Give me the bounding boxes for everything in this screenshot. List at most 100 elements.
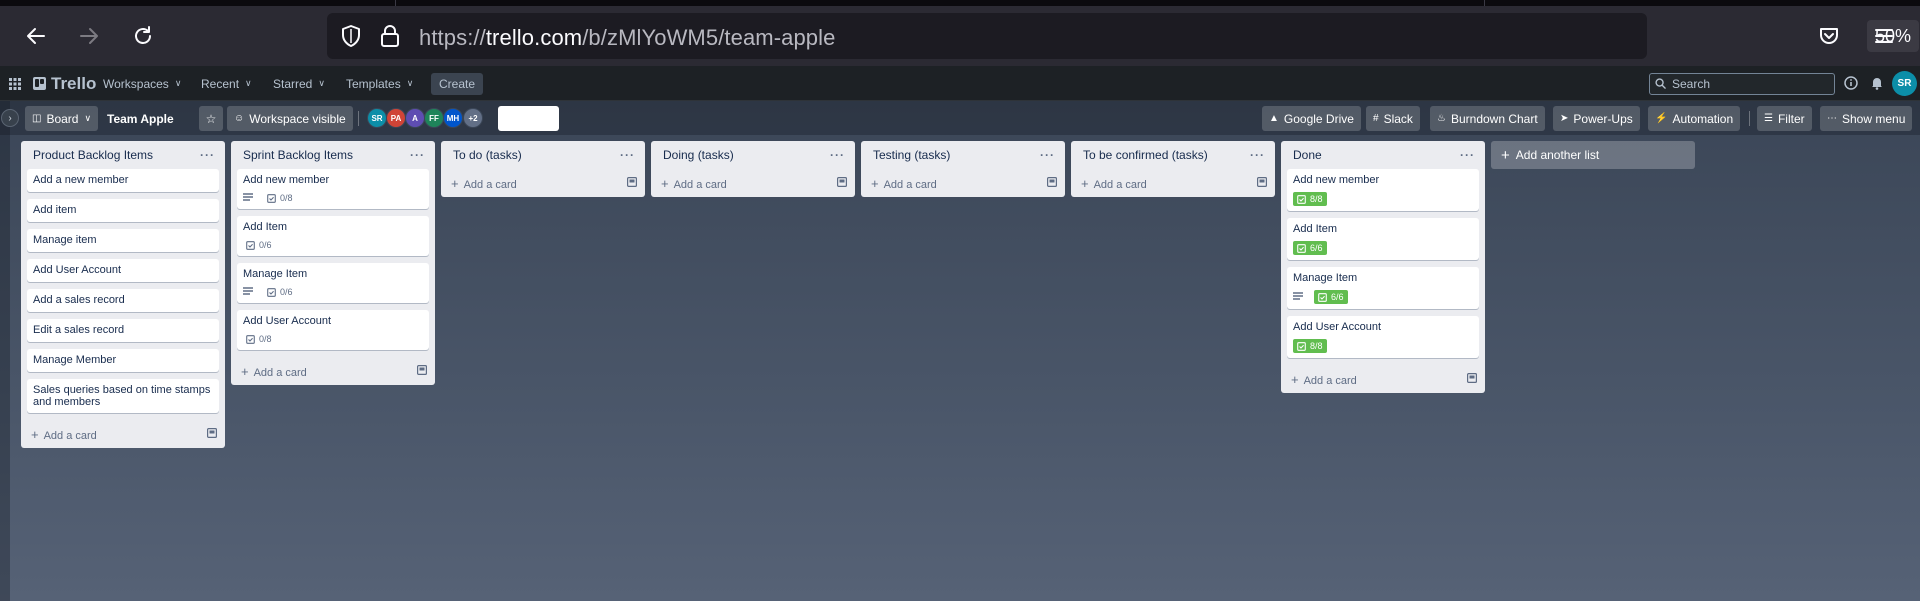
card[interactable]: Add User Account 8/8 (1287, 316, 1479, 358)
create-from-template-icon[interactable] (627, 176, 638, 190)
back-button[interactable] (20, 20, 52, 52)
reload-button[interactable] (127, 20, 159, 52)
notifications-bell-icon[interactable] (1869, 75, 1885, 91)
member-avatar[interactable]: PA (386, 108, 406, 128)
starred-menu[interactable]: Starred ∨ (273, 66, 325, 101)
slack-button[interactable]: # Slack (1366, 106, 1420, 131)
list-title[interactable]: Product Backlog Items (33, 148, 153, 162)
list-title[interactable]: Sprint Backlog Items (243, 148, 353, 162)
recent-menu[interactable]: Recent ∨ (201, 66, 252, 101)
arrow-left-icon (27, 28, 45, 44)
shield-icon[interactable] (339, 24, 363, 48)
card[interactable]: Manage Item 0/6 (237, 263, 429, 303)
app-menu-button[interactable] (1868, 20, 1900, 52)
list-header[interactable]: Testing (tasks) ··· (861, 141, 1065, 169)
url-bar[interactable]: https://trello.com/b/zMlYoWM5/team-apple… (327, 13, 1920, 59)
list-header[interactable]: Done ··· (1281, 141, 1485, 169)
trello-logo[interactable]: Trello (33, 66, 96, 101)
powerups-button[interactable]: ➤ Power-Ups (1553, 106, 1640, 131)
card[interactable]: Edit a sales record (27, 319, 219, 342)
card[interactable]: Add a new member (27, 169, 219, 192)
list-title[interactable]: To do (tasks) (453, 148, 522, 162)
add-card-button[interactable]: + Add a card (441, 169, 645, 197)
card[interactable]: Add new member 0/8 (237, 169, 429, 209)
checklist-icon (1318, 292, 1327, 302)
create-from-template-icon[interactable] (417, 364, 428, 378)
more-icon: ⋯ (1827, 113, 1837, 124)
create-from-template-icon[interactable] (1257, 176, 1268, 190)
expand-sidebar-button[interactable]: › (1, 109, 19, 127)
list-actions-icon[interactable]: ··· (620, 148, 635, 162)
member-avatar[interactable]: A (405, 108, 425, 128)
url-text[interactable]: https://trello.com/b/zMlYoWM5/team-apple (419, 25, 835, 51)
list-header[interactable]: To be confirmed (tasks) ··· (1071, 141, 1275, 169)
add-card-button[interactable]: + Add a card (21, 420, 225, 448)
card[interactable]: Manage item (27, 229, 219, 252)
add-another-list-button[interactable]: + Add another list (1491, 141, 1695, 169)
workspaces-menu[interactable]: Workspaces ∨ (103, 66, 181, 101)
board-title[interactable]: Team Apple (107, 106, 174, 131)
add-card-button[interactable]: + Add a card (861, 169, 1065, 197)
list-header[interactable]: To do (tasks) ··· (441, 141, 645, 169)
card-title: Manage Item (243, 268, 308, 280)
list-title[interactable]: Testing (tasks) (873, 148, 950, 162)
add-card-button[interactable]: + Add a card (1071, 169, 1275, 197)
member-avatar[interactable]: MH (443, 108, 463, 128)
apps-switcher-button[interactable] (9, 66, 21, 101)
member-avatar[interactable]: SR (367, 108, 387, 128)
member-avatar[interactable]: FF (424, 108, 444, 128)
create-from-template-icon[interactable] (207, 427, 218, 441)
card-badges: 0/8 (243, 192, 423, 204)
list-header[interactable]: Sprint Backlog Items ··· (231, 141, 435, 169)
card[interactable]: Add item (27, 199, 219, 222)
google-drive-button[interactable]: ▲ Google Drive (1262, 106, 1361, 131)
automation-button[interactable]: ⚡ Automation (1648, 106, 1741, 131)
card[interactable]: Add Item 6/6 (1287, 218, 1479, 260)
show-menu-button[interactable]: ⋯ Show menu (1820, 106, 1913, 131)
list-title[interactable]: Done (1293, 148, 1322, 162)
lock-icon[interactable] (379, 24, 401, 48)
search-input[interactable]: Search (1649, 73, 1835, 95)
star-board-button[interactable]: ☆ (199, 106, 223, 131)
create-from-template-icon[interactable] (1047, 176, 1058, 190)
filter-button[interactable]: ☰ Filter (1757, 106, 1812, 131)
share-button[interactable]: ♟ Share (498, 106, 559, 131)
info-icon[interactable] (1843, 75, 1859, 91)
card[interactable]: Add User Account 0/8 (237, 310, 429, 350)
add-card-button[interactable]: + Add a card (651, 169, 855, 197)
templates-menu[interactable]: Templates ∨ (346, 66, 413, 101)
forward-button[interactable] (73, 20, 105, 52)
list-actions-icon[interactable]: ··· (1460, 148, 1475, 162)
list-actions-icon[interactable]: ··· (1040, 148, 1055, 162)
list-header[interactable]: Product Backlog Items ··· (21, 141, 225, 169)
board-view-switcher[interactable]: ◫ Board ∨ (25, 106, 99, 131)
list-actions-icon[interactable]: ··· (1250, 148, 1265, 162)
card[interactable]: Add User Account (27, 259, 219, 282)
account-avatar[interactable]: SR (1892, 71, 1917, 96)
card[interactable]: Add a sales record (27, 289, 219, 312)
visibility-button[interactable]: ☺ Workspace visible (227, 106, 353, 131)
create-from-template-icon[interactable] (837, 176, 848, 190)
card[interactable]: Manage Item 6/6 (1287, 267, 1479, 309)
create-from-template-icon[interactable] (1467, 372, 1478, 386)
card-badges: 0/8 (243, 333, 423, 345)
card[interactable]: Add new member 8/8 (1287, 169, 1479, 211)
add-card-button[interactable]: + Add a card (231, 357, 435, 385)
list-actions-icon[interactable]: ··· (830, 148, 845, 162)
burndown-chart-button[interactable]: ♨ Burndown Chart (1430, 106, 1545, 131)
chevron-down-icon: ∨ (318, 78, 325, 88)
create-button[interactable]: Create (431, 66, 484, 101)
list-title[interactable]: To be confirmed (tasks) (1083, 148, 1208, 162)
description-icon (243, 193, 254, 203)
card-badges: 6/6 (1293, 241, 1473, 255)
pocket-button[interactable] (1813, 20, 1845, 52)
list-title[interactable]: Doing (tasks) (663, 148, 734, 162)
card[interactable]: Manage Member (27, 349, 219, 372)
card[interactable]: Add Item 0/6 (237, 216, 429, 256)
add-card-button[interactable]: + Add a card (1281, 365, 1485, 393)
card[interactable]: Sales queries based on time stamps and m… (27, 379, 219, 413)
list-actions-icon[interactable]: ··· (200, 148, 215, 162)
more-members-avatar[interactable]: +2 (463, 108, 483, 128)
list-header[interactable]: Doing (tasks) ··· (651, 141, 855, 169)
list-actions-icon[interactable]: ··· (410, 148, 425, 162)
